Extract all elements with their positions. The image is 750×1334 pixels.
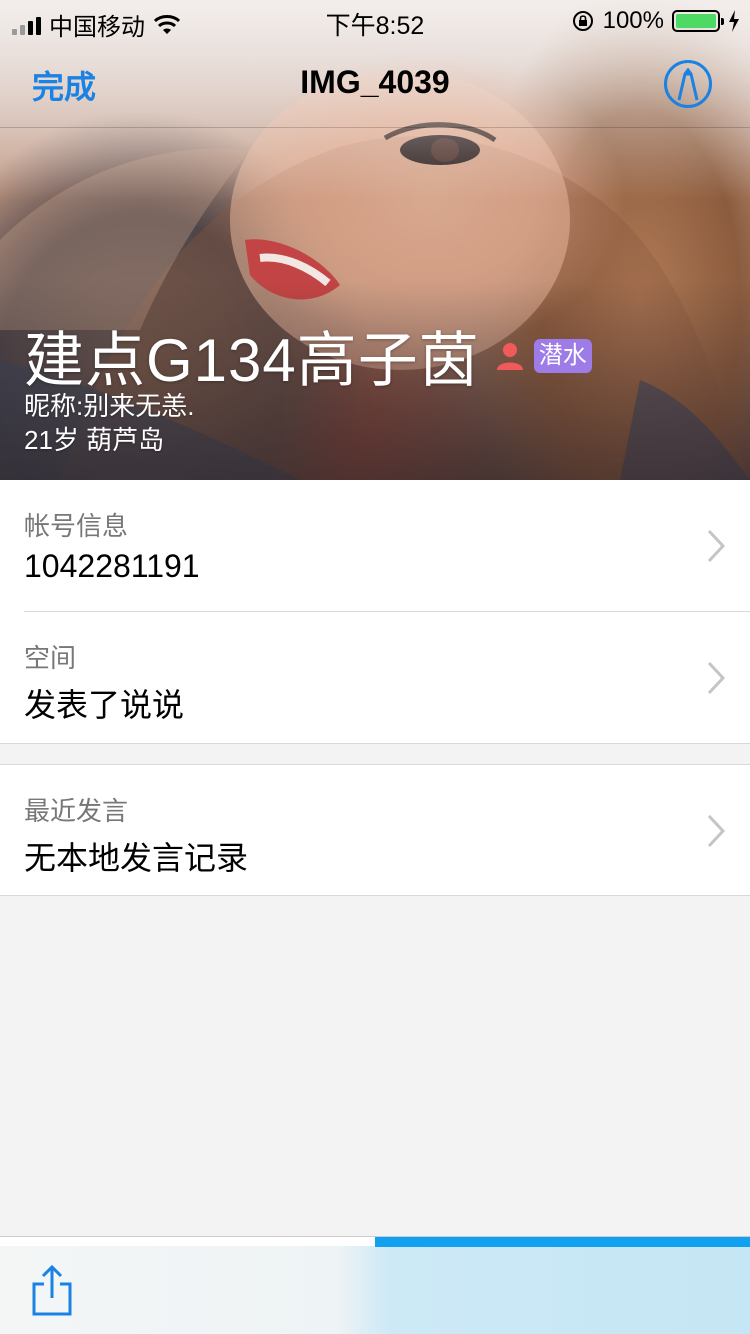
status-bar: 中国移动 下午8:52 100% (0, 0, 750, 41)
status-badge: 潜水 (533, 338, 592, 373)
share-button[interactable] (30, 1264, 74, 1316)
list-item-recent-messages[interactable]: 最近发言 无本地发言记录 (0, 765, 750, 897)
recent-messages-value: 无本地发言记录 (24, 840, 249, 876)
recent-group: 最近发言 无本地发言记录 (0, 764, 750, 896)
recent-messages-label: 最近发言 (24, 796, 129, 826)
chevron-right-icon (707, 661, 726, 695)
space-status: 发表了说说 (24, 687, 185, 723)
space-label: 空间 (24, 643, 77, 673)
battery-icon (672, 10, 724, 32)
markup-button[interactable] (664, 60, 712, 108)
account-info-label: 帐号信息 (24, 511, 129, 541)
thumbnail-strip[interactable] (0, 1236, 750, 1334)
profile-age-location: 21岁 葫芦岛 (24, 425, 165, 455)
chevron-right-icon (707, 529, 726, 563)
markup-pen-icon (677, 68, 699, 101)
info-group: 帐号信息 1042281191 空间 发表了说说 (0, 480, 750, 744)
chevron-right-icon (707, 814, 726, 848)
scroll-progress (0, 1236, 750, 1247)
share-icon (32, 1264, 72, 1316)
list-item-space[interactable]: 空间 发表了说说 (0, 612, 750, 744)
person-icon (494, 340, 526, 372)
navigation-bar: 完成 IMG_4039 (0, 40, 750, 128)
account-number: 1042281191 (24, 548, 200, 584)
bottom-toolbar (0, 1236, 750, 1334)
orientation-lock-icon (572, 11, 593, 31)
battery-percent: 100% (602, 7, 664, 34)
list-item-account[interactable]: 帐号信息 1042281191 (0, 480, 750, 612)
profile-nickname: 昵称:别来无恙. (24, 391, 195, 421)
charging-bolt-icon (729, 10, 739, 32)
page-title: IMG_4039 (300, 64, 450, 100)
